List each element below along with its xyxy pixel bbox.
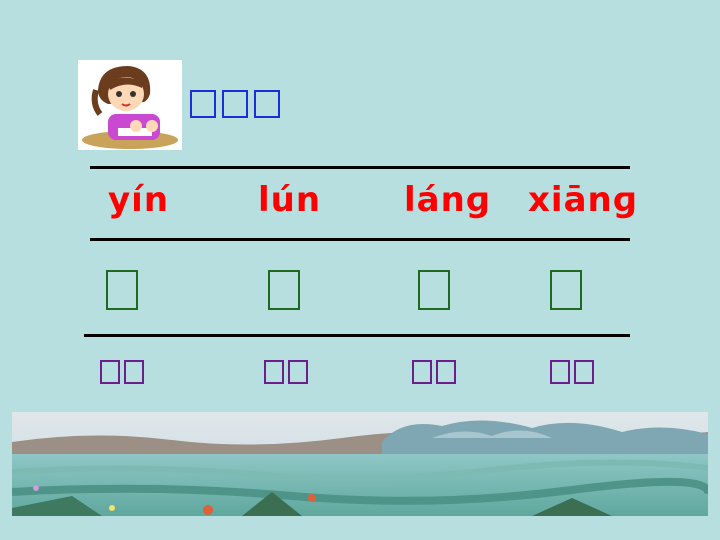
character-box	[418, 270, 450, 310]
girl-writing-icon	[78, 60, 182, 150]
title-glyph	[254, 90, 280, 118]
word-glyph	[264, 360, 284, 384]
middle-rule	[90, 238, 630, 241]
top-rule	[90, 166, 630, 169]
word-glyph	[412, 360, 432, 384]
landscape-icon	[12, 412, 708, 516]
word-glyph	[124, 360, 144, 384]
character-box	[550, 270, 582, 310]
word-glyph	[100, 360, 120, 384]
title-glyph	[190, 90, 216, 118]
lesson-title	[190, 90, 280, 130]
character-box	[268, 270, 300, 310]
word-glyph	[574, 360, 594, 384]
word-glyph	[436, 360, 456, 384]
pinyin-lang: lánɡ	[404, 180, 492, 220]
word-pair	[100, 360, 144, 390]
word-pair	[412, 360, 456, 390]
word-glyph	[288, 360, 308, 384]
word-pair	[264, 360, 308, 390]
character-box	[106, 270, 138, 310]
bottom-rule	[84, 334, 630, 337]
pinyin-yin: yín	[108, 180, 170, 220]
title-glyph	[222, 90, 248, 118]
pinyin-lun: lún	[258, 180, 322, 220]
word-glyph	[550, 360, 570, 384]
pinyin-xiang: xiānɡ	[528, 180, 639, 220]
word-pair	[550, 360, 594, 390]
